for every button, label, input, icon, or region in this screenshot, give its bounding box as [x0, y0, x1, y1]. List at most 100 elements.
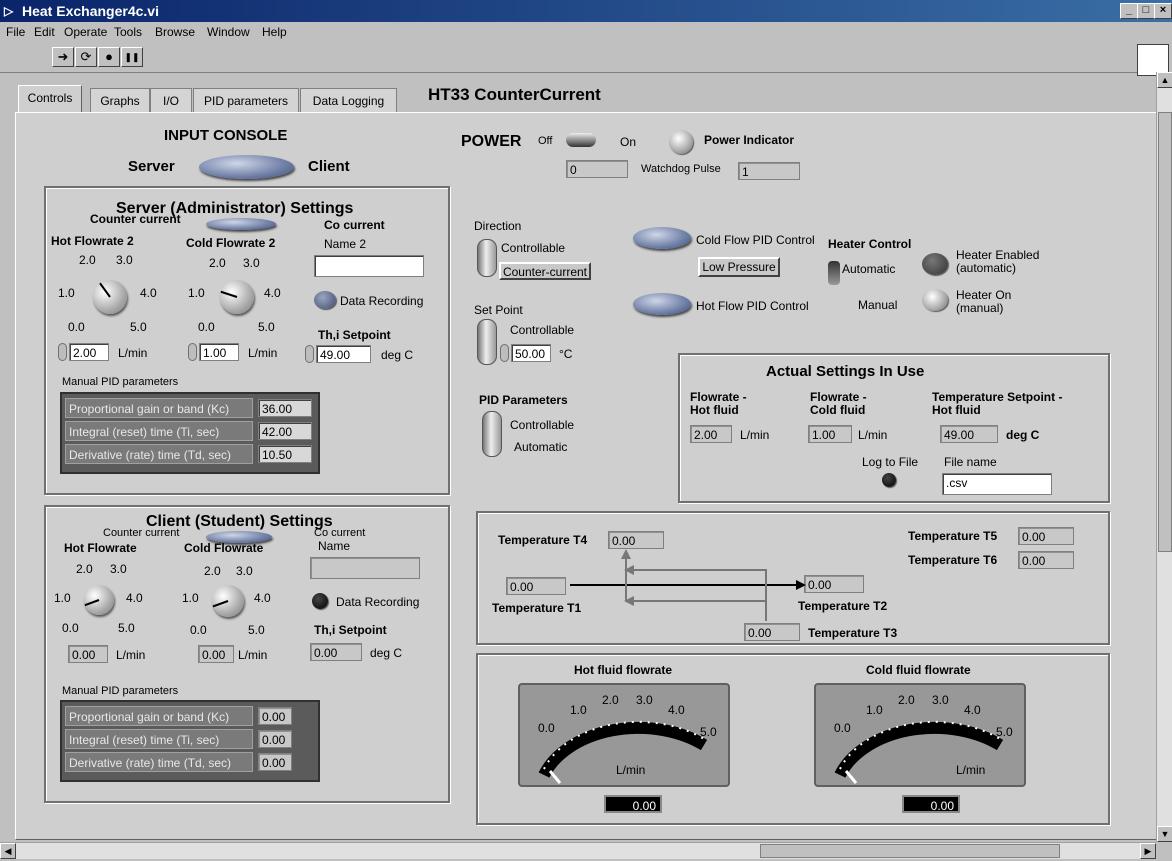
tab-controls[interactable]: Controls — [18, 85, 82, 114]
tab-pid-parameters[interactable]: PID parameters — [193, 88, 299, 113]
setpoint-toggle[interactable] — [477, 319, 497, 365]
server-setpoint-spinner[interactable] — [305, 345, 314, 363]
setpoint-spinner[interactable] — [500, 344, 509, 362]
pid-value[interactable]: 10.50 — [258, 445, 312, 463]
watchdog-label: Watchdog Pulse — [641, 163, 721, 175]
scroll-right-icon[interactable]: ▶ — [1140, 843, 1156, 859]
server-name-input[interactable] — [314, 255, 424, 277]
abort-icon[interactable]: ● — [98, 47, 120, 67]
window-title: Heat Exchanger4c.vi — [22, 3, 159, 19]
server-cold-spinner[interactable] — [188, 343, 197, 361]
actual-cold-value: 1.00 — [808, 425, 852, 443]
menu-help[interactable]: Help — [262, 25, 287, 39]
close-button[interactable]: × — [1154, 3, 1172, 19]
horizontal-scrollbar[interactable]: ◀ ▶ — [0, 842, 1156, 859]
actual-settings-box: Actual Settings In Use Flowrate - Hot fl… — [678, 353, 1110, 503]
actual-cold-unit: L/min — [858, 428, 888, 442]
menu-file[interactable]: File — [6, 25, 25, 39]
run-continuously-icon[interactable]: ⟳ — [75, 47, 97, 67]
client-settings-box: Client (Student) Settings Counter curren… — [44, 505, 450, 803]
client-counter-current-label: Counter current — [103, 527, 180, 539]
client-hot-value: 0.00 — [68, 645, 108, 663]
menu-browse[interactable]: Browse — [155, 25, 195, 39]
client-name-field — [310, 557, 420, 579]
heater-enabled-label: Heater Enabled (automatic) — [956, 248, 1040, 275]
server-data-recording-led[interactable] — [314, 291, 336, 309]
tick-label: 3.0 — [116, 253, 133, 267]
actual-temp-unit: deg C — [1006, 428, 1040, 442]
file-name-input[interactable]: .csv — [942, 473, 1052, 495]
menu-window[interactable]: Window — [207, 25, 250, 39]
tick-label: 5.0 — [258, 320, 275, 334]
server-setpoint-value[interactable]: 49.00 — [316, 345, 371, 363]
server-hot-flowrate-knob[interactable] — [93, 280, 127, 314]
tick-label: 0.0 — [68, 320, 85, 334]
pid-value: 0.00 — [258, 753, 292, 771]
hot-gauge-needle — [548, 770, 562, 784]
scroll-down-icon[interactable]: ▼ — [1157, 826, 1172, 842]
tick-label: 5.0 — [248, 623, 265, 637]
server-hot-value[interactable]: 2.00 — [69, 343, 109, 361]
pid-value[interactable]: 42.00 — [258, 422, 312, 440]
menu-operate[interactable]: Operate — [64, 25, 107, 39]
client-label: Client — [308, 158, 350, 175]
heater-on-button[interactable] — [922, 289, 948, 311]
actual-settings-title: Actual Settings In Use — [766, 363, 925, 380]
tick-label: 5.0 — [130, 320, 147, 334]
hot-flow-pid-button[interactable] — [633, 293, 691, 315]
tab-graphs[interactable]: Graphs — [90, 88, 150, 113]
tick-label: 4.0 — [254, 591, 271, 605]
scroll-up-icon[interactable]: ▲ — [1157, 72, 1172, 88]
setpoint-value[interactable]: 50.00 — [511, 344, 551, 362]
gauge-tick: 4.0 — [668, 703, 685, 717]
flow-diagram-arrows — [570, 549, 806, 621]
vertical-scrollbar[interactable]: ▲ ▼ — [1156, 72, 1172, 842]
client-name-label: Name — [318, 539, 351, 553]
server-direction-switch[interactable] — [206, 218, 276, 230]
cold-flow-pid-button[interactable] — [633, 227, 691, 249]
tick-label: 2.0 — [79, 253, 96, 267]
server-cold-flowrate-knob[interactable] — [220, 280, 254, 314]
pid-controllable-label: Controllable — [510, 418, 575, 432]
tick-label: 3.0 — [110, 562, 127, 576]
scroll-left-icon[interactable]: ◀ — [0, 843, 16, 859]
server-client-switch[interactable] — [199, 155, 294, 179]
actual-hot-label: Flowrate - Hot fluid — [690, 390, 747, 417]
gauge-tick: 5.0 — [700, 725, 717, 739]
cold-gauge-title: Cold fluid flowrate — [866, 663, 971, 677]
menu-edit[interactable]: Edit — [34, 25, 55, 39]
client-hot-unit: L/min — [116, 648, 146, 662]
watchdog-value: 1 — [738, 162, 800, 180]
minimize-button[interactable]: _ — [1120, 3, 1138, 19]
menu-tools[interactable]: Tools — [114, 25, 142, 39]
run-arrow-icon[interactable]: ➜ — [52, 47, 74, 67]
server-hot-unit: L/min — [118, 346, 148, 360]
client-cold-flowrate-knob — [212, 585, 244, 617]
tab-data-logging[interactable]: Data Logging — [300, 88, 397, 113]
server-name-label: Name 2 — [324, 237, 367, 251]
gauge-tick: 0.0 — [834, 721, 851, 735]
pause-icon[interactable]: ❚❚ — [121, 47, 143, 67]
tab-io[interactable]: I/O — [150, 88, 192, 113]
power-toggle[interactable] — [566, 133, 596, 147]
hot-gauge-unit: L/min — [616, 763, 646, 777]
horizontal-scroll-thumb[interactable] — [760, 844, 1060, 858]
gauge-tick: 0.0 — [538, 721, 555, 735]
heater-mode-toggle[interactable] — [828, 261, 840, 285]
hot-gauge-value: 0.00 — [604, 795, 662, 813]
tick-label: 0.0 — [62, 621, 79, 635]
vertical-scroll-thumb[interactable] — [1158, 112, 1172, 552]
direction-value: Counter-current — [499, 262, 591, 280]
pid-value[interactable]: 36.00 — [258, 399, 312, 417]
pid-parameters-toggle[interactable] — [482, 411, 502, 457]
direction-toggle[interactable] — [477, 239, 497, 277]
hot-fluid-gauge: 0.0 1.0 2.0 3.0 4.0 5.0 L/min — [518, 683, 730, 787]
heater-automatic-label: Automatic — [842, 262, 896, 276]
maximize-button[interactable]: □ — [1137, 3, 1155, 19]
log-to-file-led[interactable] — [882, 473, 896, 487]
client-hot-flowrate-knob — [84, 585, 114, 615]
server-hot-spinner[interactable] — [58, 343, 67, 361]
server-cold-value[interactable]: 1.00 — [199, 343, 239, 361]
server-pid-table: Proportional gain or band (Kc) 36.00 Int… — [60, 392, 320, 474]
menu-bar: File Edit Operate Tools Browse Window He… — [0, 22, 1172, 42]
